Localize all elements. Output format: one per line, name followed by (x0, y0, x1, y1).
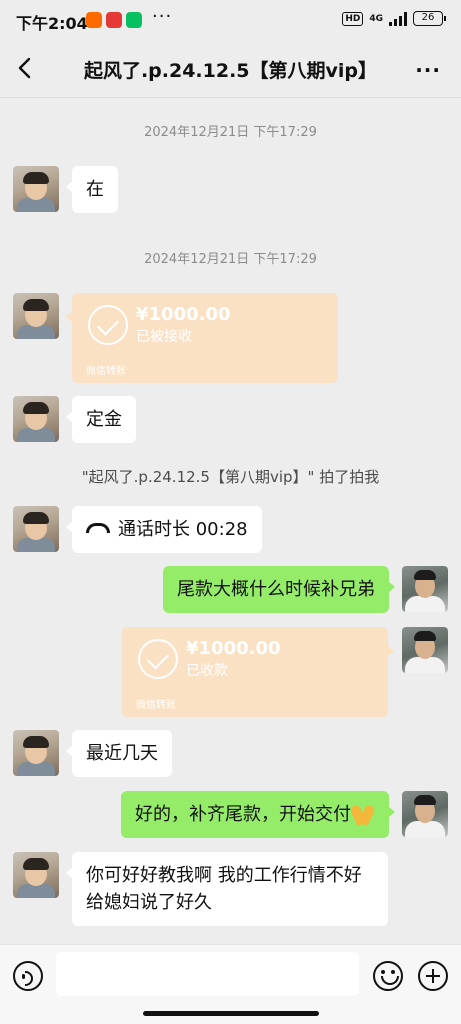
message-bubble[interactable]: 尾款大概什么时候补兄弟 (163, 566, 395, 613)
voice-icon[interactable] (13, 961, 43, 991)
timestamp: 2024年12月21日 下午17:29 (144, 252, 317, 267)
back-chevron-icon[interactable] (14, 56, 38, 80)
phone-icon (86, 523, 110, 533)
wechat-icon (126, 12, 142, 28)
transfer-card[interactable]: ¥1000.00 已被接收 微信转账 (66, 293, 338, 383)
message-bubble[interactable]: 最近几天 (66, 730, 172, 777)
transfer-status: 已收款 (186, 663, 228, 679)
pat-notice: "起风了.p.24.12.5【第八期vip】" 拍了拍我 (81, 468, 380, 486)
transfer-card[interactable]: ¥1000.00 已收款 微信转账 (122, 627, 394, 717)
call-duration: 通话时长 00:28 (118, 519, 248, 540)
network-label: 4G (369, 13, 383, 24)
message-bubble[interactable]: 你可好好教我啊 我的工作行情不好 给媳妇说了好久 (66, 852, 388, 926)
status-bar: 下午2:04 ··· HD 4G 26 (0, 0, 461, 40)
avatar[interactable] (13, 166, 59, 212)
message-input[interactable] (56, 952, 359, 996)
message-bubble[interactable]: 好的，补齐尾款，开始交付 (121, 791, 395, 838)
check-icon (138, 639, 178, 679)
emoji-icon[interactable] (373, 961, 403, 991)
avatar[interactable] (402, 791, 448, 837)
timestamp: 2024年12月21日 下午17:29 (144, 125, 317, 140)
app-icon (106, 12, 122, 28)
avatar[interactable] (13, 396, 59, 442)
transfer-status: 已被接收 (136, 329, 192, 345)
more-options-icon[interactable]: ··· (415, 58, 441, 82)
hd-icon: HD (342, 11, 364, 26)
message-text: 好的，补齐尾款，开始交付 (135, 804, 351, 825)
check-icon (88, 305, 128, 345)
plus-icon[interactable] (418, 961, 448, 991)
transfer-amount: ¥1000.00 (136, 304, 231, 325)
message-bubble[interactable]: 在 (66, 166, 118, 213)
home-indicator[interactable] (143, 1011, 319, 1016)
transfer-amount: ¥1000.00 (186, 638, 281, 659)
call-bubble[interactable]: 通话时长 00:28 (66, 506, 262, 553)
avatar[interactable] (13, 293, 59, 339)
message-bubble[interactable]: 定金 (66, 396, 136, 443)
chat-title: 起风了.p.24.12.5【第八期vip】 (83, 60, 378, 82)
battery-icon: 26 (413, 11, 446, 26)
more-notifications-icon: ··· (152, 6, 173, 27)
avatar[interactable] (402, 566, 448, 612)
avatar[interactable] (13, 730, 59, 776)
chat-header: 起风了.p.24.12.5【第八期vip】 ··· (0, 40, 461, 98)
status-time: 下午2:04 (16, 14, 88, 33)
xiaomi-icon (86, 12, 102, 28)
signal-icon (389, 11, 407, 26)
transfer-source: 微信转账 (86, 366, 126, 377)
avatar[interactable] (13, 506, 59, 552)
status-right: HD 4G 26 (342, 11, 446, 26)
avatar[interactable] (402, 627, 448, 673)
transfer-source: 微信转账 (136, 700, 176, 711)
avatar[interactable] (13, 852, 59, 898)
folded-hands-emoji (351, 805, 375, 825)
